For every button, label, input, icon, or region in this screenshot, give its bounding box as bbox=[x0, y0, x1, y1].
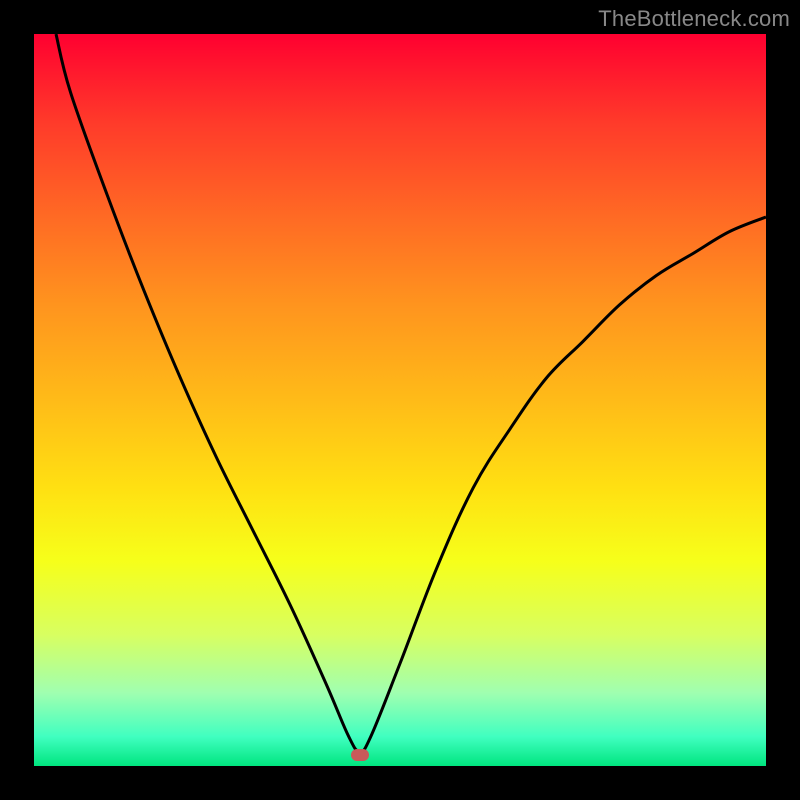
optimal-point-marker bbox=[351, 749, 369, 761]
plot-area bbox=[34, 34, 766, 766]
curve-path bbox=[56, 34, 766, 751]
chart-frame: TheBottleneck.com bbox=[0, 0, 800, 800]
watermark-text: TheBottleneck.com bbox=[598, 6, 790, 32]
bottleneck-curve bbox=[34, 34, 766, 766]
